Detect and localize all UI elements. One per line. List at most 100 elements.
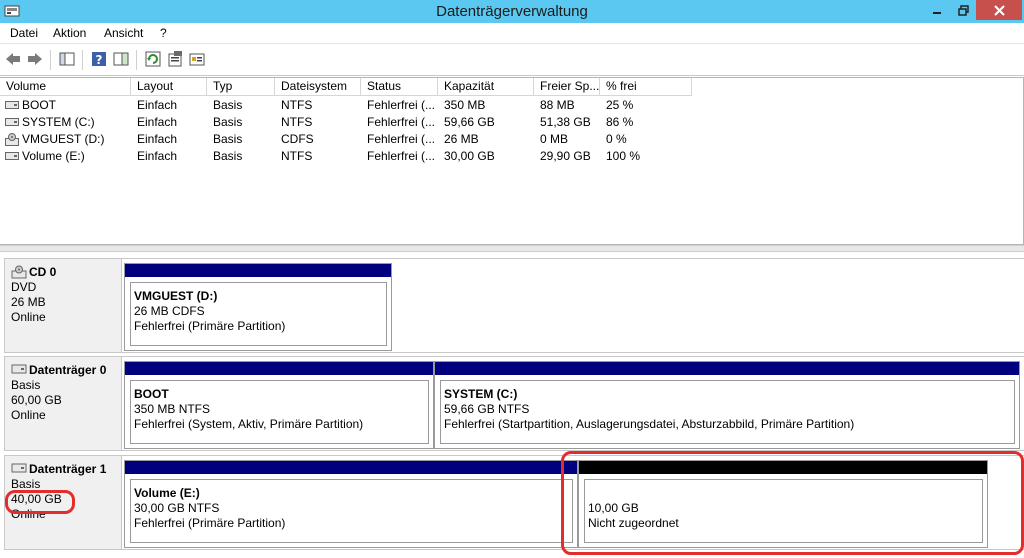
volume-filesystem: NTFS <box>281 98 313 112</box>
partition-body: BOOT 350 MB NTFS Fehlerfrei (System, Akt… <box>130 380 429 444</box>
volume-name: VMGUEST (D:) <box>22 132 105 146</box>
volume-filesystem: CDFS <box>281 132 314 146</box>
disk-name-text: Datenträger 1 <box>29 462 107 476</box>
pane-splitter[interactable] <box>0 245 1024 252</box>
volume-status: Fehlerfrei (... <box>367 149 436 163</box>
restore-button[interactable] <box>950 0 976 20</box>
disk-label-cd0[interactable]: CD 0 DVD 26 MB Online <box>4 258 122 353</box>
column-header-prozent-frei[interactable]: % frei <box>600 78 692 96</box>
menu-ansicht[interactable]: Ansicht <box>104 26 143 40</box>
disk-drive-icon <box>5 101 19 109</box>
table-row[interactable]: VMGUEST (D:) Einfach Basis CDFS Fehlerfr… <box>0 131 700 148</box>
partition-info: 59,66 GB NTFS <box>444 402 530 416</box>
toolbar-separator <box>50 50 51 70</box>
disk-size: 60,00 GB <box>11 393 62 407</box>
close-button[interactable] <box>976 0 1022 20</box>
menu-help[interactable]: ? <box>160 26 167 40</box>
volume-free-space: 88 MB <box>540 98 575 112</box>
volume-status: Fehlerfrei (... <box>367 115 436 129</box>
toolbar: ? <box>0 44 1024 76</box>
close-icon <box>993 4 1005 16</box>
partition-info: 350 MB NTFS <box>134 402 211 416</box>
volume-filesystem: NTFS <box>281 115 313 129</box>
volume-percent-free: 25 % <box>606 98 634 112</box>
disk-settings-icon[interactable] <box>188 50 206 68</box>
partition-body: SYSTEM (C:) 59,66 GB NTFS Fehlerfrei (St… <box>440 380 1015 444</box>
volume-free-space: 51,38 GB <box>540 115 591 129</box>
volume-capacity: 350 MB <box>444 98 486 112</box>
volume-layout: Einfach <box>137 115 178 129</box>
menu-datei[interactable]: Datei <box>10 26 38 40</box>
partition-name: SYSTEM (C:) <box>444 387 518 401</box>
volume-status: Fehlerfrei (... <box>367 98 436 112</box>
table-row[interactable]: SYSTEM (C:) Einfach Basis NTFS Fehlerfre… <box>0 114 700 131</box>
partition-name: Volume (E:) <box>134 486 200 500</box>
partition-status: Fehlerfrei (Primäre Partition) <box>134 516 286 530</box>
partition-info: 30,00 GB NTFS <box>134 501 220 515</box>
disk-name: Datenträger 0 <box>11 363 121 378</box>
column-header-kapazitaet[interactable]: Kapazität <box>438 78 534 96</box>
primary-partition-bar <box>125 362 433 375</box>
partition-volume-e[interactable]: Volume (E:) 30,00 GB NTFS Fehlerfrei (Pr… <box>124 460 578 548</box>
volume-type: Basis <box>213 132 243 146</box>
disk-graphical-view: CD 0 DVD 26 MB Online VMGUEST (D:) 26 MB… <box>0 252 1024 558</box>
column-header-dateisystem[interactable]: Dateisystem <box>275 78 361 96</box>
partition-info: 26 MB CDFS <box>134 304 205 318</box>
column-header-typ[interactable]: Typ <box>207 78 275 96</box>
disk-drive-icon <box>5 152 19 160</box>
volume-layout: Einfach <box>137 149 178 163</box>
volume-free-space: 0 MB <box>540 132 569 146</box>
volume-type: Basis <box>213 149 243 163</box>
disk-drive-icon <box>11 463 27 473</box>
help-icon[interactable]: ? <box>90 50 108 68</box>
minimize-button[interactable] <box>924 0 950 20</box>
volume-layout: Einfach <box>137 98 178 112</box>
partition-system[interactable]: SYSTEM (C:) 59,66 GB NTFS Fehlerfrei (St… <box>434 361 1020 449</box>
column-header-status[interactable]: Status <box>361 78 438 96</box>
disk-drive-icon <box>5 118 19 126</box>
partition-body: VMGUEST (D:) 26 MB CDFS Fehlerfrei (Prim… <box>130 282 387 346</box>
window-title: Datenträgerverwaltung <box>436 3 588 20</box>
table-row[interactable]: Volume (E:) Einfach Basis NTFS Fehlerfre… <box>0 148 700 165</box>
annotation-highlight-disk-size <box>5 490 75 514</box>
menu-bar: Datei Aktion Ansicht ? <box>0 23 1024 44</box>
disk-strip-cd0: VMGUEST (D:) 26 MB CDFS Fehlerfrei (Prim… <box>122 258 1024 353</box>
toolbar-separator <box>136 50 137 70</box>
back-arrow-icon[interactable] <box>4 50 22 68</box>
forward-arrow-icon[interactable] <box>26 50 44 68</box>
refresh-icon[interactable] <box>144 50 162 68</box>
partition-boot[interactable]: BOOT 350 MB NTFS Fehlerfrei (System, Akt… <box>124 361 434 449</box>
volume-type: Basis <box>213 115 243 129</box>
column-header-volume[interactable]: Volume <box>0 78 131 96</box>
disk-drive-icon <box>11 364 27 374</box>
menu-aktion[interactable]: Aktion <box>53 26 86 40</box>
partition-status: Fehlerfrei (System, Aktiv, Primäre Parti… <box>134 417 364 431</box>
volume-layout: Einfach <box>137 132 178 146</box>
primary-partition-bar <box>125 461 577 474</box>
volume-percent-free: 100 % <box>606 149 641 163</box>
partition-vmguest[interactable]: VMGUEST (D:) 26 MB CDFS Fehlerfrei (Prim… <box>124 263 392 351</box>
disk-size: 26 MB <box>11 295 46 309</box>
column-header-freier-speicher[interactable]: Freier Sp... <box>534 78 600 96</box>
volume-percent-free: 86 % <box>606 115 634 129</box>
disk-name: Datenträger 1 <box>11 462 121 477</box>
title-bar: Datenträgerverwaltung <box>0 0 1024 23</box>
show-hide-console-tree-icon[interactable] <box>58 50 76 68</box>
disk-state: Online <box>11 310 46 324</box>
action-pane-icon[interactable] <box>112 50 130 68</box>
volume-capacity: 30,00 GB <box>444 149 495 163</box>
toolbar-separator <box>82 50 83 70</box>
cd-drive-icon <box>5 133 19 146</box>
volume-name: BOOT <box>22 98 57 112</box>
volume-name: SYSTEM (C:) <box>22 115 95 129</box>
table-row[interactable]: BOOT Einfach Basis NTFS Fehlerfrei (... … <box>0 97 700 114</box>
volume-type: Basis <box>213 98 243 112</box>
column-header-layout[interactable]: Layout <box>131 78 207 96</box>
volume-status: Fehlerfrei (... <box>367 132 436 146</box>
disk-name: CD 0 <box>11 265 121 280</box>
partition-name: VMGUEST (D:) <box>134 289 218 303</box>
disk-strip-disk0: BOOT 350 MB NTFS Fehlerfrei (System, Akt… <box>122 356 1024 451</box>
disk-label-disk0[interactable]: Datenträger 0 Basis 60,00 GB Online <box>4 356 122 451</box>
properties-icon[interactable] <box>166 50 184 68</box>
primary-partition-bar <box>125 264 391 277</box>
